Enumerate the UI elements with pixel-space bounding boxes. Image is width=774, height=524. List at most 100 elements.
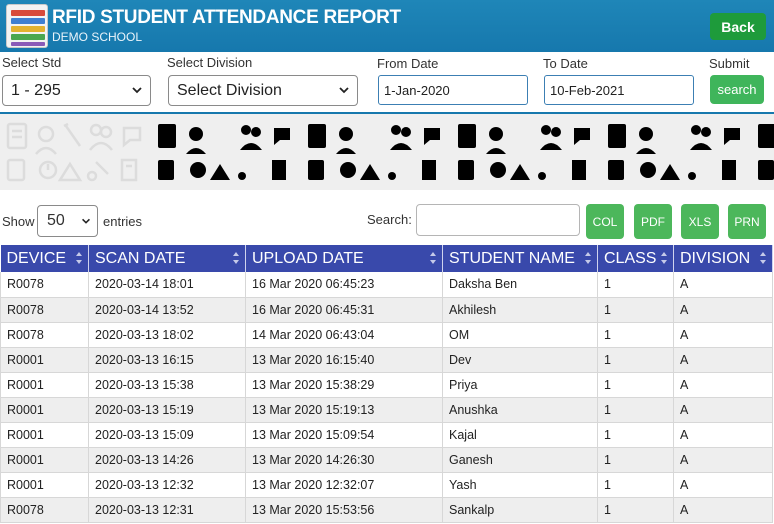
table-row[interactable]: R0078 2020-03-14 18:01 16 Mar 2020 06:45:2… bbox=[0, 272, 773, 298]
cell-division: A bbox=[673, 322, 773, 348]
cell-division: A bbox=[673, 397, 773, 423]
entries-select[interactable]: 50 bbox=[37, 205, 98, 237]
search-input[interactable] bbox=[416, 204, 580, 236]
sort-icon bbox=[760, 252, 766, 264]
cell-device: R0078 bbox=[0, 497, 89, 523]
cell-division: A bbox=[673, 422, 773, 448]
cell-division: A bbox=[673, 347, 773, 373]
print-button[interactable]: PRN bbox=[728, 204, 766, 239]
sort-icon bbox=[661, 252, 667, 264]
cell-upload-date: 13 Mar 2020 12:32:07 bbox=[245, 472, 443, 498]
division-select[interactable]: Select Division bbox=[168, 75, 358, 106]
cell-device: R0001 bbox=[0, 372, 89, 398]
column-header-label: DEVICE bbox=[6, 249, 67, 267]
cell-scan-date: 2020-03-13 18:02 bbox=[88, 322, 246, 348]
table-row[interactable]: R0001 2020-03-13 15:19 13 Mar 2020 15:19:1… bbox=[0, 397, 773, 423]
column-header-label: DIVISION bbox=[680, 249, 751, 267]
cell-upload-date: 13 Mar 2020 15:38:29 bbox=[245, 372, 443, 398]
back-button[interactable]: Back bbox=[710, 13, 766, 40]
entries-select-value: 50 bbox=[47, 212, 65, 229]
cell-class: 1 bbox=[597, 372, 674, 398]
cell-device: R0001 bbox=[0, 422, 89, 448]
attendance-table: DEVICE SCAN DATE UPLOAD DATE STUDENT NAME CL… bbox=[0, 245, 773, 523]
cell-class: 1 bbox=[597, 322, 674, 348]
table-row[interactable]: R0078 2020-03-13 18:02 14 Mar 2020 06:43:0… bbox=[0, 322, 773, 348]
cell-upload-date: 13 Mar 2020 15:09:54 bbox=[245, 422, 443, 448]
cell-student-name: Anushka bbox=[442, 397, 598, 423]
table-row[interactable]: R0078 2020-03-14 13:52 16 Mar 2020 06:45:3… bbox=[0, 297, 773, 323]
table-row[interactable]: R0078 2020-03-13 12:31 13 Mar 2020 15:53:5… bbox=[0, 497, 773, 523]
table-body: R0078 2020-03-14 18:01 16 Mar 2020 06:45:2… bbox=[0, 272, 773, 523]
cell-upload-date: 13 Mar 2020 16:15:40 bbox=[245, 347, 443, 373]
cell-device: R0001 bbox=[0, 447, 89, 473]
sort-icon bbox=[233, 252, 239, 264]
to-date-input[interactable]: 10-Feb-2021 bbox=[544, 75, 694, 105]
cell-division: A bbox=[673, 497, 773, 523]
sort-icon bbox=[76, 252, 82, 264]
column-header-label: SCAN DATE bbox=[95, 249, 186, 267]
cell-class: 1 bbox=[597, 347, 674, 373]
column-header-scan-date[interactable]: SCAN DATE bbox=[88, 245, 246, 272]
column-header-student-name[interactable]: STUDENT NAME bbox=[442, 245, 598, 272]
cell-upload-date: 13 Mar 2020 14:26:30 bbox=[245, 447, 443, 473]
division-select-value: Select Division bbox=[177, 81, 282, 99]
entries-label: entries bbox=[103, 214, 143, 229]
app-header: RFID STUDENT ATTENDANCE REPORT DEMO SCHO… bbox=[0, 0, 774, 52]
cell-division: A bbox=[673, 272, 773, 298]
show-label: Show bbox=[2, 214, 35, 229]
pdf-button[interactable]: PDF bbox=[634, 204, 672, 239]
cell-class: 1 bbox=[597, 272, 674, 298]
cell-scan-date: 2020-03-14 18:01 bbox=[88, 272, 246, 298]
col-button[interactable]: COL bbox=[586, 204, 624, 239]
cell-upload-date: 16 Mar 2020 06:45:31 bbox=[245, 297, 443, 323]
cell-upload-date: 13 Mar 2020 15:19:13 bbox=[245, 397, 443, 423]
cell-scan-date: 2020-03-14 13:52 bbox=[88, 297, 246, 323]
decorative-banner bbox=[0, 114, 774, 190]
column-header-device[interactable]: DEVICE bbox=[0, 245, 89, 272]
cell-device: R0001 bbox=[0, 397, 89, 423]
cell-scan-date: 2020-03-13 14:26 bbox=[88, 447, 246, 473]
table-row[interactable]: R0001 2020-03-13 15:38 13 Mar 2020 15:38:2… bbox=[0, 372, 773, 398]
column-header-label: UPLOAD DATE bbox=[252, 249, 364, 267]
cell-student-name: Dev bbox=[442, 347, 598, 373]
cell-device: R0078 bbox=[0, 297, 89, 323]
chevron-down-icon bbox=[339, 87, 349, 94]
table-header-row: DEVICE SCAN DATE UPLOAD DATE STUDENT NAME CL… bbox=[0, 245, 773, 272]
cell-division: A bbox=[673, 372, 773, 398]
cell-student-name: Ganesh bbox=[442, 447, 598, 473]
xls-button[interactable]: XLS bbox=[681, 204, 719, 239]
column-header-label: STUDENT NAME bbox=[449, 249, 575, 267]
sort-icon bbox=[430, 252, 436, 264]
column-header-label: CLASS bbox=[604, 249, 657, 267]
cell-student-name: Akhilesh bbox=[442, 297, 598, 323]
column-header-class[interactable]: CLASS bbox=[597, 245, 674, 272]
std-select-value: 1 - 295 bbox=[11, 81, 61, 99]
cell-student-name: Sankalp bbox=[442, 497, 598, 523]
from-date-label: From Date bbox=[377, 56, 439, 71]
table-row[interactable]: R0001 2020-03-13 15:09 13 Mar 2020 15:09:5… bbox=[0, 422, 773, 448]
to-date-label: To Date bbox=[543, 56, 588, 71]
std-select[interactable]: 1 - 295 bbox=[2, 75, 151, 106]
search-button[interactable]: search bbox=[710, 75, 764, 104]
cell-device: R0078 bbox=[0, 322, 89, 348]
school-logo bbox=[6, 4, 48, 48]
school-doodle-pattern bbox=[6, 122, 774, 182]
cell-scan-date: 2020-03-13 15:09 bbox=[88, 422, 246, 448]
table-row[interactable]: R0001 2020-03-13 16:15 13 Mar 2020 16:15:4… bbox=[0, 347, 773, 373]
column-header-division[interactable]: DIVISION bbox=[673, 245, 773, 272]
cell-division: A bbox=[673, 297, 773, 323]
cell-scan-date: 2020-03-13 12:31 bbox=[88, 497, 246, 523]
chevron-down-icon bbox=[132, 87, 142, 94]
cell-class: 1 bbox=[597, 472, 674, 498]
cell-student-name: Daksha Ben bbox=[442, 272, 598, 298]
from-date-input[interactable]: 1-Jan-2020 bbox=[378, 75, 528, 105]
cell-scan-date: 2020-03-13 15:19 bbox=[88, 397, 246, 423]
table-row[interactable]: R0001 2020-03-13 12:32 13 Mar 2020 12:32:0… bbox=[0, 472, 773, 498]
cell-division: A bbox=[673, 472, 773, 498]
cell-class: 1 bbox=[597, 397, 674, 423]
column-header-upload-date[interactable]: UPLOAD DATE bbox=[245, 245, 443, 272]
cell-upload-date: 13 Mar 2020 15:53:56 bbox=[245, 497, 443, 523]
cell-student-name: Yash bbox=[442, 472, 598, 498]
cell-device: R0001 bbox=[0, 472, 89, 498]
table-row[interactable]: R0001 2020-03-13 14:26 13 Mar 2020 14:26:3… bbox=[0, 447, 773, 473]
